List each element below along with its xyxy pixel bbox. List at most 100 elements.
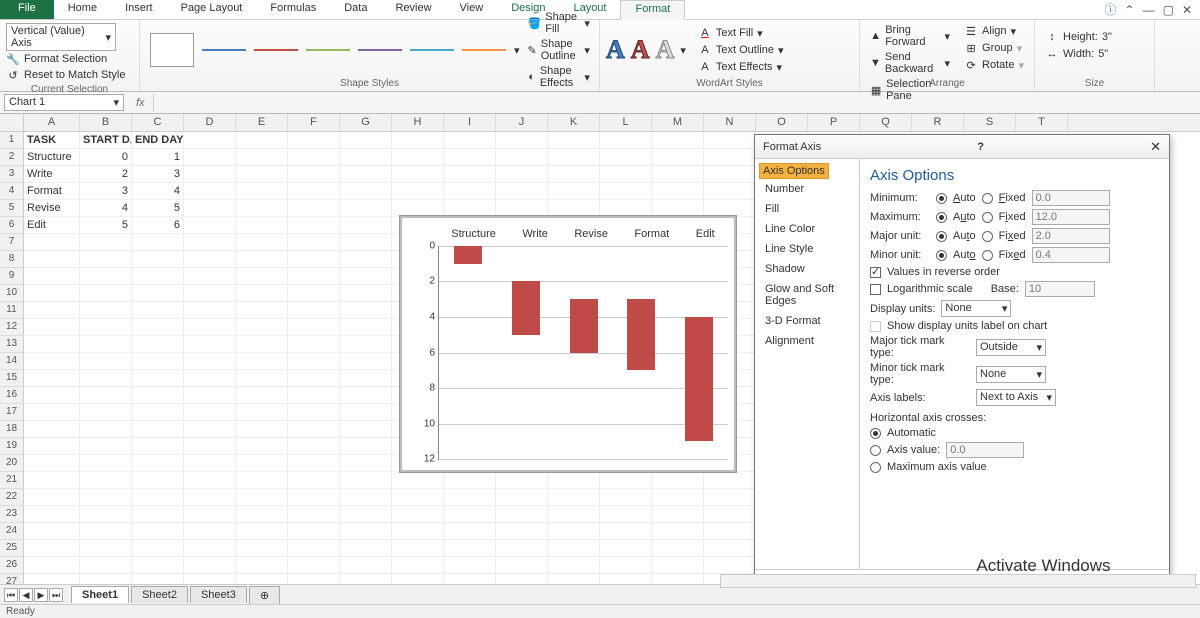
name-box[interactable]: Chart 1▾ [4, 94, 124, 111]
cell[interactable]: 4 [132, 183, 184, 200]
dialog-nav-item[interactable]: Axis Options [759, 163, 829, 179]
cell[interactable]: 0 [80, 149, 132, 166]
text-fill-button[interactable]: AText Fill ▾ [698, 25, 784, 41]
cell[interactable]: START DAY [80, 132, 132, 149]
column-header[interactable]: M [652, 114, 704, 131]
cell[interactable]: Format [24, 183, 80, 200]
shape-fill-button[interactable]: 🪣Shape Fill ▾ [528, 10, 590, 36]
new-sheet-button[interactable]: ⊕ [249, 586, 280, 604]
send-backward-button[interactable]: ▼Send Backward ▾ [870, 50, 950, 76]
row-header[interactable]: 12 [0, 319, 24, 336]
dialog-nav-item[interactable]: 3-D Format [759, 311, 855, 331]
row-header[interactable]: 18 [0, 421, 24, 438]
row-header[interactable]: 22 [0, 489, 24, 506]
column-header[interactable]: R [912, 114, 964, 131]
row-header[interactable]: 10 [0, 285, 24, 302]
fx-icon[interactable]: fx [136, 97, 145, 109]
sheet-nav-buttons[interactable]: ⏮◀▶⏭ [4, 588, 63, 602]
chart-bar[interactable] [570, 299, 598, 352]
shape-style-gallery[interactable]: ▾ [146, 29, 524, 71]
dialog-nav-item[interactable]: Line Color [759, 219, 855, 239]
chart-bar[interactable] [685, 317, 713, 441]
dialog-titlebar[interactable]: Format Axis ? ✕ [755, 135, 1169, 159]
row-header[interactable]: 11 [0, 302, 24, 319]
column-header[interactable]: J [496, 114, 548, 131]
row-header[interactable]: 2 [0, 149, 24, 166]
row-header[interactable]: 23 [0, 506, 24, 523]
chart-plot-area[interactable]: 024681012 [438, 246, 728, 460]
crosses-max-radio[interactable] [870, 462, 881, 473]
wordart-gallery[interactable]: A A A ▾ [606, 35, 686, 65]
minor-tick-select[interactable]: None▾ [976, 366, 1046, 383]
major-tick-select[interactable]: Outside▾ [976, 339, 1046, 356]
dialog-nav-item[interactable]: Fill [759, 199, 855, 219]
dialog-nav-item[interactable]: Shadow [759, 259, 855, 279]
axis-labels-select[interactable]: Next to Axis▾ [976, 389, 1056, 406]
help-icon[interactable]: ⓘ [1105, 1, 1117, 18]
column-header[interactable]: Q [860, 114, 912, 131]
row-header[interactable]: 8 [0, 251, 24, 268]
reset-style-button[interactable]: ↺Reset to Match Style [6, 67, 133, 83]
tab-data[interactable]: Data [330, 0, 381, 19]
restore-icon[interactable]: ▢ [1163, 3, 1174, 17]
cell[interactable]: 5 [132, 200, 184, 217]
maximum-fixed-radio[interactable] [982, 212, 993, 223]
cell[interactable]: END DAY [132, 132, 184, 149]
row-header[interactable]: 17 [0, 404, 24, 421]
row-header[interactable]: 13 [0, 336, 24, 353]
tab-file[interactable]: File [0, 0, 54, 19]
dialog-nav-item[interactable]: Number [759, 179, 855, 199]
tab-home[interactable]: Home [54, 0, 111, 19]
row-header[interactable]: 5 [0, 200, 24, 217]
column-header[interactable]: S [964, 114, 1016, 131]
minimize-icon[interactable]: — [1143, 3, 1155, 17]
minimum-auto-radio[interactable] [936, 193, 947, 204]
select-all-corner[interactable] [0, 114, 24, 132]
sheet-tab[interactable]: Sheet3 [190, 586, 247, 603]
cell[interactable]: 1 [132, 149, 184, 166]
row-header[interactable]: 24 [0, 523, 24, 540]
format-selection-button[interactable]: 🔧Format Selection [6, 51, 133, 67]
cell[interactable]: 2 [80, 166, 132, 183]
row-header[interactable]: 19 [0, 438, 24, 455]
minor-fixed-radio[interactable] [982, 250, 993, 261]
tab-insert[interactable]: Insert [111, 0, 167, 19]
row-header[interactable]: 16 [0, 387, 24, 404]
maximum-input[interactable] [1032, 209, 1110, 225]
align-button[interactable]: ☰Align ▾ [964, 23, 1024, 39]
cell[interactable]: 6 [132, 217, 184, 234]
tab-pagelayout[interactable]: Page Layout [167, 0, 257, 19]
tab-format[interactable]: Format [620, 0, 685, 20]
gallery-more-icon[interactable]: ▾ [680, 44, 686, 57]
major-unit-input[interactable] [1032, 228, 1110, 244]
cell[interactable]: TASK [24, 132, 80, 149]
minimum-fixed-radio[interactable] [982, 193, 993, 204]
reverse-order-checkbox[interactable] [870, 267, 881, 278]
cell[interactable]: 5 [80, 217, 132, 234]
embedded-chart[interactable]: StructureWriteReviseFormatEdit 024681012 [400, 216, 736, 472]
minor-unit-input[interactable] [1032, 247, 1110, 263]
column-header[interactable]: H [392, 114, 444, 131]
shape-outline-button[interactable]: ✎Shape Outline ▾ [528, 37, 590, 63]
row-header[interactable]: 14 [0, 353, 24, 370]
horizontal-scrollbar[interactable] [720, 574, 1196, 588]
column-header[interactable]: L [600, 114, 652, 131]
chart-bar[interactable] [454, 246, 482, 264]
column-header[interactable]: D [184, 114, 236, 131]
formula-input[interactable] [153, 94, 1200, 112]
column-header[interactable]: T [1016, 114, 1068, 131]
minimize-ribbon-icon[interactable]: ⌃ [1125, 3, 1135, 17]
crosses-auto-radio[interactable] [870, 428, 881, 439]
tab-view[interactable]: View [446, 0, 498, 19]
tab-review[interactable]: Review [381, 0, 445, 19]
row-header[interactable]: 6 [0, 217, 24, 234]
close-icon[interactable]: ✕ [1182, 3, 1192, 17]
column-header[interactable]: N [704, 114, 756, 131]
close-icon[interactable]: ✕ [1150, 139, 1161, 155]
major-fixed-radio[interactable] [982, 231, 993, 242]
cell[interactable]: Write [24, 166, 80, 183]
cell[interactable]: Structure [24, 149, 80, 166]
text-outline-button[interactable]: AText Outline ▾ [698, 42, 784, 58]
chart-element-dropdown[interactable]: Vertical (Value) Axis▾ [6, 23, 116, 51]
row-header[interactable]: 20 [0, 455, 24, 472]
